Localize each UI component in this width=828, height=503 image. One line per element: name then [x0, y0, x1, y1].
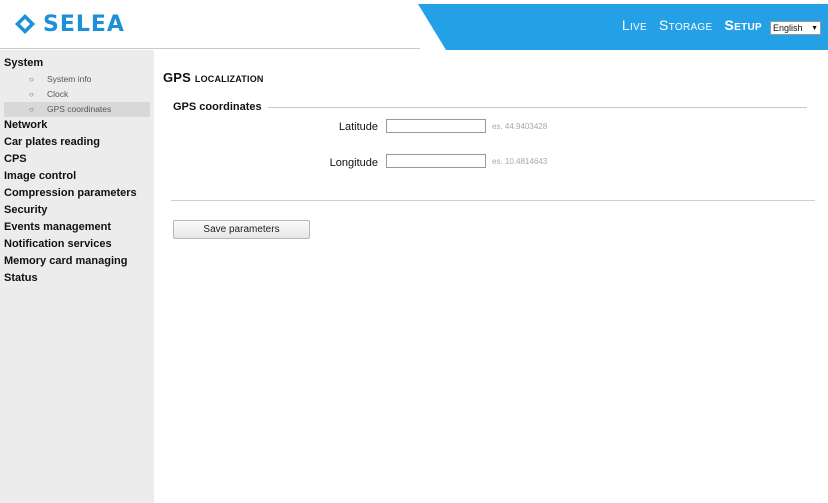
sidebar-item-cps[interactable]: CPS	[4, 151, 154, 168]
header-divider	[0, 48, 420, 49]
brand-name: SELEA	[43, 11, 125, 37]
sidebar-subitem-label: System info	[47, 74, 92, 84]
latitude-input[interactable]	[386, 119, 486, 133]
sidebar-subitem-system-info[interactable]: ○ System info	[4, 72, 150, 87]
sidebar-item-system[interactable]: System	[4, 55, 154, 72]
nav-storage[interactable]: Storage	[659, 17, 712, 33]
language-selected: English	[773, 23, 803, 33]
sidebar-item-events-management[interactable]: Events management	[4, 219, 154, 236]
latitude-hint: es. 44.9403428	[492, 122, 548, 131]
sidebar-subitem-clock[interactable]: ○ Clock	[4, 87, 150, 102]
sidebar-item-security[interactable]: Security	[4, 202, 154, 219]
top-navigation: Live Storage Setup	[622, 17, 762, 33]
sidebar-item-status[interactable]: Status	[4, 270, 154, 287]
header: SELEA Live Storage Setup English ▼	[0, 0, 828, 50]
sidebar-item-network[interactable]: Network	[4, 117, 154, 134]
sidebar-subitem-gps-coordinates[interactable]: ○ GPS coordinates	[4, 102, 150, 117]
longitude-label: Longitude	[329, 157, 378, 169]
sidebar-item-compression-parameters[interactable]: Compression parameters	[4, 185, 154, 202]
sidebar-item-notification-services[interactable]: Notification services	[4, 236, 154, 253]
bullet-icon: ○	[29, 75, 34, 84]
longitude-hint: es. 10.4814643	[492, 157, 548, 166]
latitude-label: Latitude	[338, 121, 378, 133]
brand-logo[interactable]: SELEA	[14, 10, 125, 38]
form-divider	[171, 200, 815, 201]
bullet-icon: ○	[29, 90, 34, 99]
sidebar: System ○ System info ○ Clock ○ GPS coord…	[0, 50, 154, 503]
nav-setup[interactable]: Setup	[724, 17, 762, 33]
page-title: GPS localization	[163, 70, 264, 85]
sidebar-item-car-plates-reading[interactable]: Car plates reading	[4, 134, 154, 151]
sidebar-subitem-label: GPS coordinates	[47, 104, 112, 114]
language-select[interactable]: English ▼	[770, 21, 821, 35]
sidebar-subitem-label: Clock	[47, 89, 69, 99]
bullet-icon: ○	[29, 105, 34, 114]
fieldset-divider	[173, 107, 807, 108]
save-parameters-button[interactable]: Save parameters	[173, 220, 310, 239]
sidebar-item-memory-card-managing[interactable]: Memory card managing	[4, 253, 154, 270]
logo-icon	[15, 14, 35, 34]
nav-live[interactable]: Live	[622, 17, 647, 33]
fieldset-legend: GPS coordinates	[173, 101, 268, 113]
longitude-input[interactable]	[386, 154, 486, 168]
sidebar-item-image-control[interactable]: Image control	[4, 168, 154, 185]
chevron-down-icon: ▼	[811, 24, 818, 32]
